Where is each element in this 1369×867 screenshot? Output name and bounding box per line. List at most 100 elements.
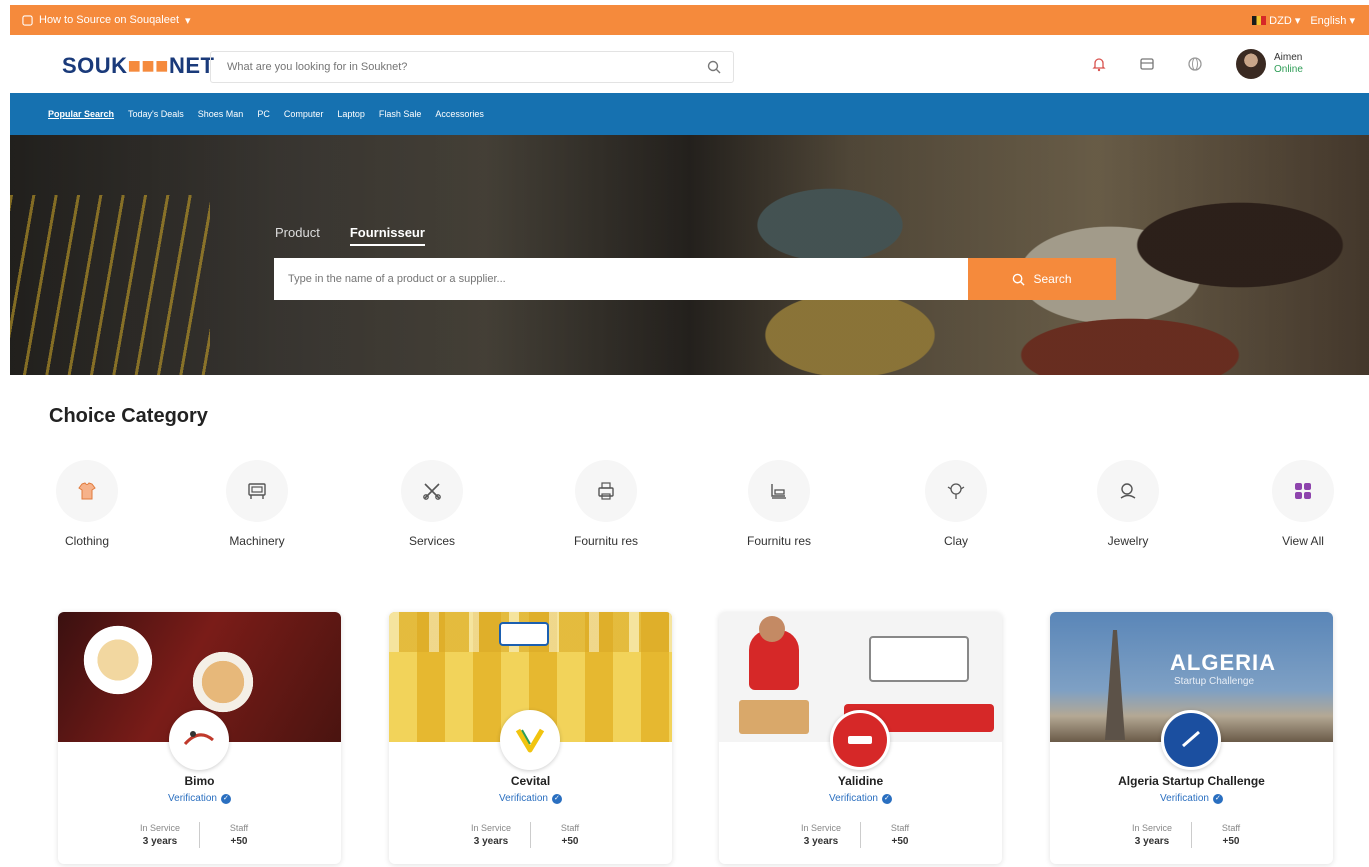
nav-item-popular-search[interactable]: Popular Search [48, 109, 114, 119]
verified-check-icon: ✓ [881, 793, 892, 804]
nav-item-accessories[interactable]: Accessories [435, 109, 484, 119]
stat-in-service: In Service 3 years [456, 822, 526, 848]
nav-item-flash-sale[interactable]: Flash Sale [379, 109, 422, 119]
supplier-name: Algeria Startup Challenge [1118, 774, 1265, 788]
hero-search-button[interactable]: Search [968, 258, 1116, 300]
stat-value: +50 [1222, 836, 1240, 847]
stat-value: +50 [561, 836, 579, 847]
category-nav: Popular Search Today's Deals Shoes Man P… [10, 93, 1369, 135]
stat-label: Staff [890, 823, 910, 833]
stat-label: Staff [229, 823, 249, 833]
stat-value: 3 years [1134, 836, 1170, 847]
verification-label: Verification [1160, 793, 1209, 804]
furniture-icon [771, 484, 786, 499]
chevron-down-icon: ▾ [185, 14, 191, 27]
supplier-logo-cevital [500, 710, 560, 770]
category-clay[interactable]: Clay [896, 460, 1016, 549]
stat-staff: Staff +50 [204, 822, 274, 848]
verification-badge: Verification ✓ [719, 793, 1002, 804]
category-fournitures-1[interactable]: Fournitu res [546, 460, 666, 549]
stat-value: +50 [230, 836, 248, 847]
verification-label: Verification [499, 793, 548, 804]
hero-search-tabs: Product Fournisseur [275, 225, 425, 246]
grid-icon [1295, 483, 1311, 499]
language-label: English [1310, 14, 1347, 27]
hero-search-input[interactable] [274, 258, 968, 300]
stat-divider [530, 822, 531, 848]
category-fournitures-2[interactable]: Fournitu res [719, 460, 839, 549]
category-jewelry[interactable]: Jewelry [1068, 460, 1188, 549]
nav-item-computer[interactable]: Computer [284, 109, 324, 119]
header-search [210, 51, 734, 83]
tools-icon [423, 483, 441, 500]
stat-value: 3 years [142, 836, 178, 847]
jewelry-icon [1120, 483, 1136, 499]
supplier-card-yalidine[interactable]: Yalidine Verification ✓ In Service 3 years… [719, 612, 1002, 864]
stat-label: In Service [800, 823, 842, 833]
stat-staff: Staff +50 [865, 822, 935, 848]
nav-item-shoes-man[interactable]: Shoes Man [198, 109, 244, 119]
stat-label: In Service [139, 823, 181, 833]
supplier-stats: In Service 3 years Staff +50 [58, 822, 341, 848]
supplier-logo-bimo [169, 710, 229, 770]
verification-label: Verification [829, 793, 878, 804]
site-logo[interactable]: SOUK■■■NET [62, 53, 214, 79]
supplier-card-cevital[interactable]: Cevital Verification ✓ In Service 3 years … [389, 612, 672, 864]
supplier-name: Cevital [510, 774, 551, 788]
machine-icon [248, 483, 266, 499]
category-services[interactable]: Services [372, 460, 492, 549]
supplier-logo-yalidine [830, 710, 890, 770]
shirt-icon [78, 482, 96, 500]
tab-product[interactable]: Product [275, 225, 320, 246]
tab-supplier[interactable]: Fournisseur [349, 225, 425, 246]
header-search-input[interactable] [227, 61, 707, 73]
avatar [1236, 49, 1266, 79]
site-header: SOUK■■■NET Aimen Online [10, 35, 1369, 93]
algeria-banner-subtitle: Startup Challenge [1174, 676, 1255, 687]
stat-label: Staff [1221, 823, 1241, 833]
verified-check-icon: ✓ [1212, 793, 1223, 804]
messages-icon[interactable] [1138, 55, 1156, 73]
user-status: Online [1274, 64, 1303, 75]
category-clothing[interactable]: Clothing [27, 460, 147, 549]
supplier-card-algeria-startup[interactable]: ALGERIA Startup Challenge Algeria Startu… [1050, 612, 1333, 864]
stat-in-service: In Service 3 years [125, 822, 195, 848]
category-label: Jewelry [1107, 534, 1149, 548]
currency-selector[interactable]: DZD ▾ [1252, 14, 1300, 27]
supplier-stats: In Service 3 years Staff +50 [389, 822, 672, 848]
stat-divider [860, 822, 861, 848]
category-label: View All [1282, 534, 1324, 548]
nav-item-pc[interactable]: PC [257, 109, 270, 119]
user-menu[interactable]: Aimen Online [1236, 49, 1303, 79]
stat-in-service: In Service 3 years [1117, 822, 1187, 848]
category-label: Machinery [229, 534, 285, 548]
category-view-all[interactable]: View All [1243, 460, 1363, 549]
supplier-name: Bimo [184, 774, 215, 788]
announcement-bar: How to Source on Souqaleet ▾ DZD ▾ Engli… [10, 5, 1369, 35]
how-to-source-text: How to Source on Souqaleet [39, 14, 180, 26]
logo-right-text: NET [168, 53, 215, 78]
category-label: Fournitu res [746, 534, 812, 548]
category-machinery[interactable]: Machinery [197, 460, 317, 549]
category-label: Fournitu res [573, 534, 639, 548]
nav-item-todays-deals[interactable]: Today's Deals [128, 109, 184, 119]
language-selector[interactable]: English ▾ [1310, 14, 1355, 27]
hero-banner: Product Fournisseur Search [10, 135, 1369, 375]
category-label: Services [408, 534, 455, 548]
search-icon[interactable] [707, 60, 721, 74]
notification-bell-icon[interactable] [1090, 55, 1108, 73]
supplier-card-bimo[interactable]: Bimo Verification ✓ In Service 3 years Sta… [58, 612, 341, 864]
stat-label: Staff [560, 823, 580, 833]
stat-staff: Staff +50 [1196, 822, 1266, 848]
verification-badge: Verification ✓ [58, 793, 341, 804]
verified-check-icon: ✓ [220, 793, 231, 804]
algeria-banner-title: ALGERIA [1170, 650, 1276, 675]
hero-factory-image [10, 195, 210, 375]
nav-item-laptop[interactable]: Laptop [337, 109, 365, 119]
verification-label: Verification [168, 793, 217, 804]
stat-divider [1191, 822, 1192, 848]
how-to-source-link[interactable]: How to Source on Souqaleet ▾ [22, 14, 191, 27]
stat-staff: Staff +50 [535, 822, 605, 848]
globe-icon[interactable] [1186, 55, 1204, 73]
supplier-name: Yalidine [837, 774, 884, 788]
